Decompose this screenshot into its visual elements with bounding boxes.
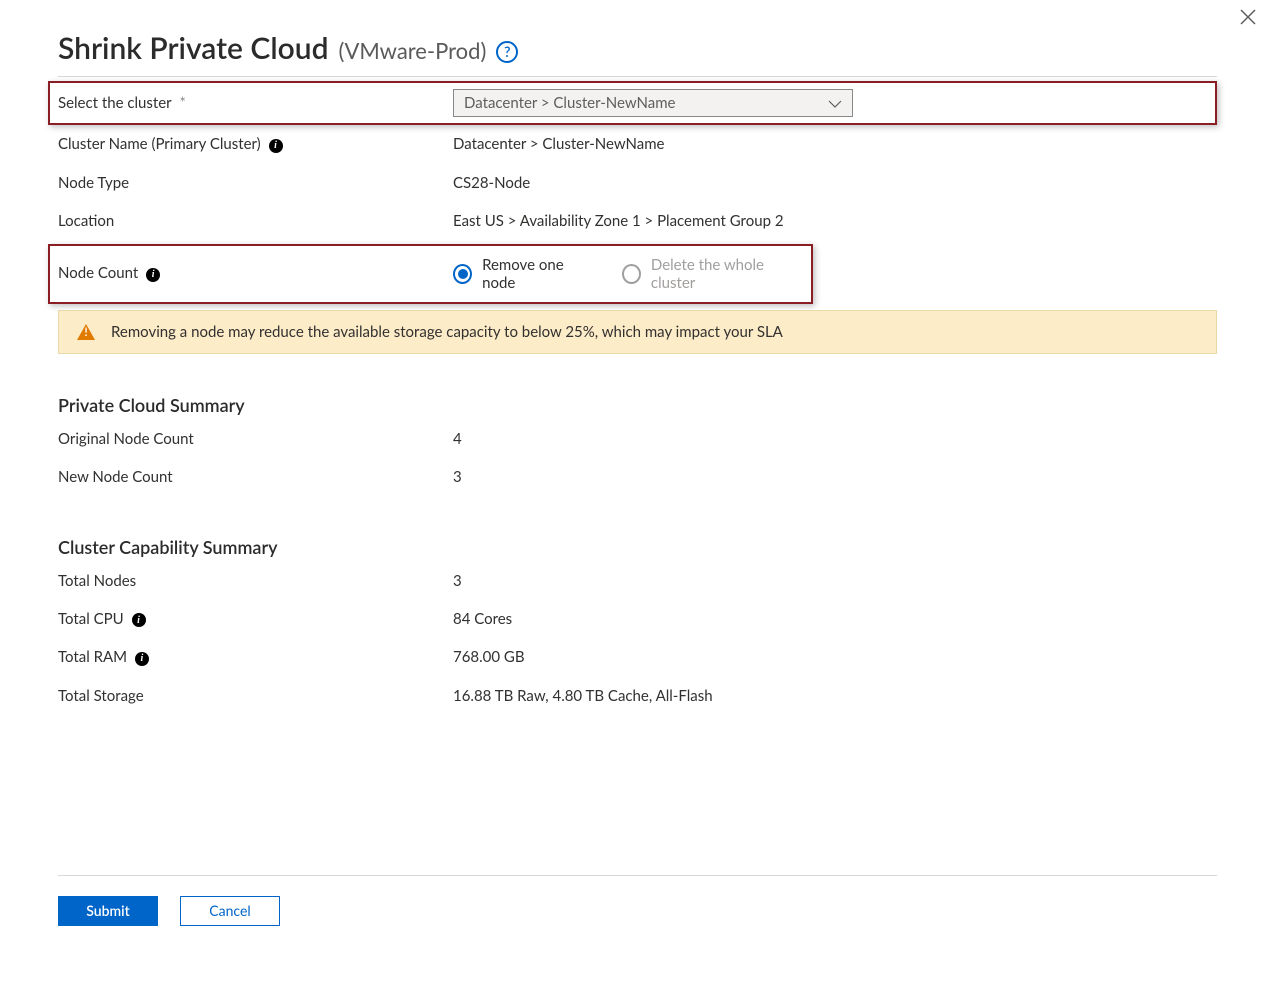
divider [58,875,1217,876]
required-asterisk: * [176,94,186,112]
cancel-button[interactable]: Cancel [180,896,280,926]
radio-selected-icon [453,264,472,284]
total-cpu-value: 84 Cores [453,600,1217,638]
help-icon[interactable]: ? [496,41,518,63]
location-label: Location [58,202,453,240]
total-nodes-value: 3 [453,562,1217,600]
private-cloud-summary-title: Private Cloud Summary [58,394,1217,416]
cluster-select[interactable]: Datacenter > Cluster-NewName [453,89,853,117]
total-ram-label: Total RAM [58,648,127,666]
select-cluster-label: Select the cluster [58,94,172,112]
info-icon[interactable]: i [132,613,146,627]
select-cluster-row: Select the cluster * Datacenter > Cluste… [48,81,1217,125]
warning-alert: Removing a node may reduce the available… [58,310,1217,354]
original-node-count-label: Original Node Count [58,420,453,458]
info-icon[interactable]: i [269,139,283,153]
location-value: East US > Availability Zone 1 > Placemen… [453,202,1217,240]
total-ram-value: 768.00 GB [453,638,1217,676]
close-icon[interactable] [1239,8,1257,30]
page-context: (VMware-Prod) [339,37,487,64]
divider [58,76,1217,77]
radio-delete-whole-cluster[interactable]: Delete the whole cluster [622,256,803,292]
radio-delete-label: Delete the whole cluster [651,256,803,292]
info-icon[interactable]: i [135,652,149,666]
cluster-name-label: Cluster Name (Primary Cluster) [58,135,261,153]
info-icon[interactable]: i [146,268,160,282]
chevron-down-icon [828,94,842,112]
cluster-select-value: Datacenter > Cluster-NewName [464,94,675,112]
submit-button[interactable]: Submit [58,896,158,926]
cluster-name-value: Datacenter > Cluster-NewName [453,125,1217,163]
total-nodes-label: Total Nodes [58,562,453,600]
total-cpu-label: Total CPU [58,610,124,628]
radio-remove-label: Remove one node [482,256,594,292]
total-storage-value: 16.88 TB Raw, 4.80 TB Cache, All-Flash [453,677,1217,715]
radio-remove-one-node[interactable]: Remove one node [453,256,594,292]
total-storage-label: Total Storage [58,677,453,715]
new-node-count-label: New Node Count [58,458,453,496]
warning-text: Removing a node may reduce the available… [111,323,783,341]
node-count-label: Node Count [58,264,138,282]
page-title: Shrink Private Cloud [58,30,329,66]
original-node-count-value: 4 [453,420,1217,458]
cluster-capability-summary-title: Cluster Capability Summary [58,536,1217,558]
radio-unselected-icon [622,264,641,284]
node-type-value: CS28-Node [453,164,1217,202]
warning-icon [77,324,95,340]
new-node-count-value: 3 [453,458,1217,496]
node-count-row: Node Count i Remove one node Delete the … [48,244,813,304]
node-type-label: Node Type [58,164,453,202]
